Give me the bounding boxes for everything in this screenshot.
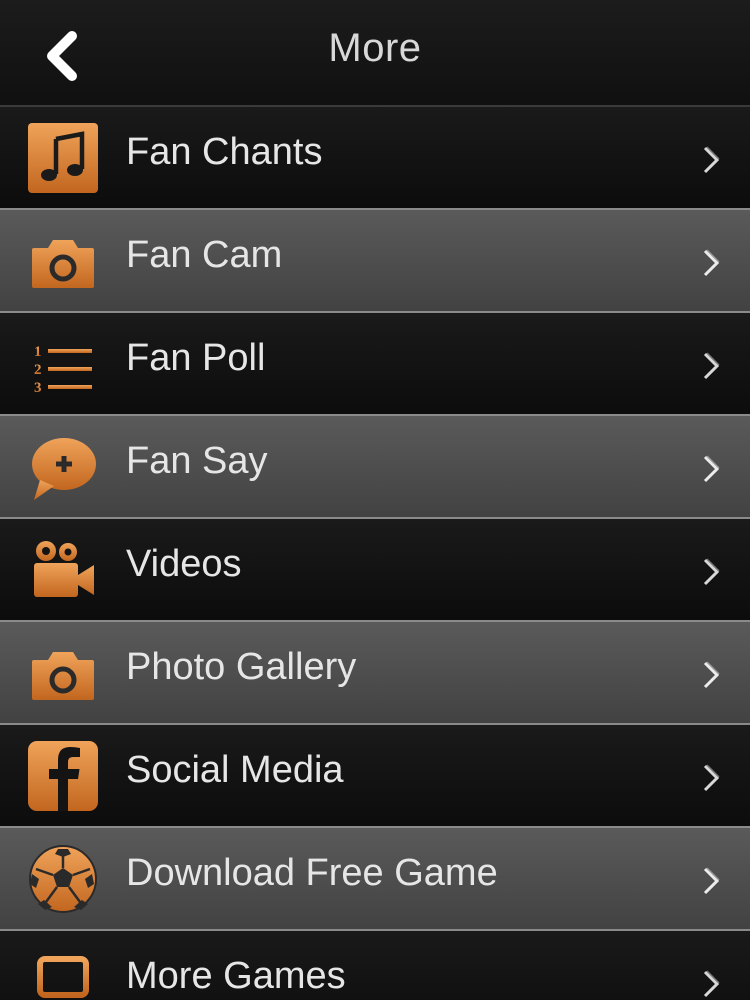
chevron-right-icon <box>703 146 720 174</box>
chevron-right-icon <box>703 558 720 586</box>
menu-item-label: More Games <box>126 955 346 997</box>
menu-item-label: Social Media <box>126 749 344 791</box>
menu-item-fan-poll[interactable]: 1 2 3 Fan Poll <box>0 313 750 416</box>
menu-list: Fan Chants Fan Cam 1 2 3 Fan Poll Fan Sa… <box>0 107 750 1000</box>
menu-item-photo-gallery[interactable]: Photo Gallery <box>0 622 750 725</box>
chevron-right-icon <box>703 455 720 483</box>
menu-item-label: Fan Chants <box>126 131 323 173</box>
music-note-icon <box>28 123 98 193</box>
numbered-list-icon: 1 2 3 <box>34 344 92 396</box>
menu-item-label: Photo Gallery <box>126 646 357 688</box>
header-bar: More <box>0 0 750 107</box>
menu-item-more-games[interactable]: More Games <box>0 931 750 1000</box>
menu-item-label: Fan Cam <box>126 234 283 276</box>
camera-icon <box>32 240 94 288</box>
menu-item-label: Fan Say <box>126 440 268 482</box>
facebook-icon <box>28 741 98 811</box>
menu-item-fan-chants[interactable]: Fan Chants <box>0 107 750 210</box>
soccer-ball-icon <box>29 845 97 913</box>
chevron-right-icon <box>703 867 720 895</box>
camera-icon <box>32 652 94 700</box>
page-title: More <box>328 26 422 70</box>
chevron-right-icon <box>703 764 720 792</box>
more-screen: More Fan Chants Fan Cam 1 2 3 Fan Poll F… <box>0 0 750 1000</box>
menu-item-social-media[interactable]: Social Media <box>0 725 750 828</box>
menu-item-label: Videos <box>126 543 242 585</box>
svg-text:3: 3 <box>34 380 42 396</box>
menu-item-fan-say[interactable]: Fan Say <box>0 416 750 519</box>
menu-item-label: Fan Poll <box>126 337 266 379</box>
svg-text:1: 1 <box>34 344 42 360</box>
menu-item-label: Download Free Game <box>126 852 498 894</box>
menu-item-fan-cam[interactable]: Fan Cam <box>0 210 750 313</box>
chevron-right-icon <box>703 970 720 998</box>
laptop-icon <box>37 956 89 998</box>
menu-item-download-free-game[interactable]: Download Free Game <box>0 828 750 931</box>
menu-item-videos[interactable]: Videos <box>0 519 750 622</box>
chevron-right-icon <box>703 352 720 380</box>
video-camera-icon <box>34 541 94 597</box>
chevron-right-icon <box>703 661 720 689</box>
speech-bubble-plus-icon <box>32 438 96 500</box>
svg-text:2: 2 <box>34 362 42 378</box>
chevron-right-icon <box>703 249 720 277</box>
